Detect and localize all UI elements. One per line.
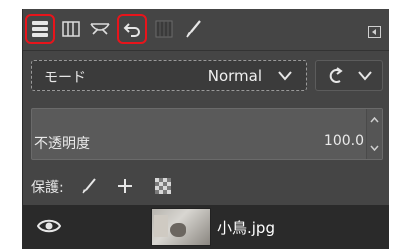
chevron-down-icon [278,71,292,81]
opacity-spin-buttons[interactable] [366,109,382,159]
lock-alpha-icon[interactable] [155,178,171,194]
layer-name: 小鳥.jpg [217,219,275,237]
eye-icon[interactable] [37,217,61,235]
opacity-label: 不透明度 [34,136,90,152]
layers-dock-panel: モード Normal 不透明度 100.0 保護: 小鳥.jpg [22,9,389,249]
lock-row: 保護: [31,177,231,197]
brushes-icon [186,20,201,38]
chevron-down-icon [358,71,372,81]
mode-label: モード [44,70,86,86]
tab-menu-icon [368,26,381,38]
opacity-spinscale[interactable]: 不透明度 100.0 [31,108,383,160]
composite-mode-button[interactable] [315,60,383,91]
tab-gradients[interactable] [151,16,177,42]
tab-channels[interactable] [58,16,84,42]
gradients-icon [155,20,173,38]
chevron-down-icon [370,145,379,151]
mode-dropdown[interactable]: モード Normal [31,60,307,91]
tab-undo-history[interactable] [117,14,147,44]
layer-list-item[interactable]: 小鳥.jpg [23,205,389,249]
opacity-value: 100.0 [323,133,364,149]
channels-icon [62,21,80,37]
tab-paths[interactable] [87,16,113,42]
lock-pixels-icon[interactable] [81,178,97,194]
paths-icon [90,23,110,35]
layers-icon [32,21,48,37]
undo-history-icon [123,23,140,37]
tab-brushes[interactable] [181,16,207,42]
lock-position-icon[interactable] [117,178,133,194]
mode-value: Normal [207,67,262,85]
lock-label: 保護: [31,180,64,196]
dock-menu-button[interactable] [368,23,381,38]
layer-thumbnail [151,208,211,246]
dock-tab-bar [23,9,389,51]
composite-mode-icon [329,67,343,83]
chevron-up-icon [370,117,379,123]
tab-layers[interactable] [25,14,55,44]
